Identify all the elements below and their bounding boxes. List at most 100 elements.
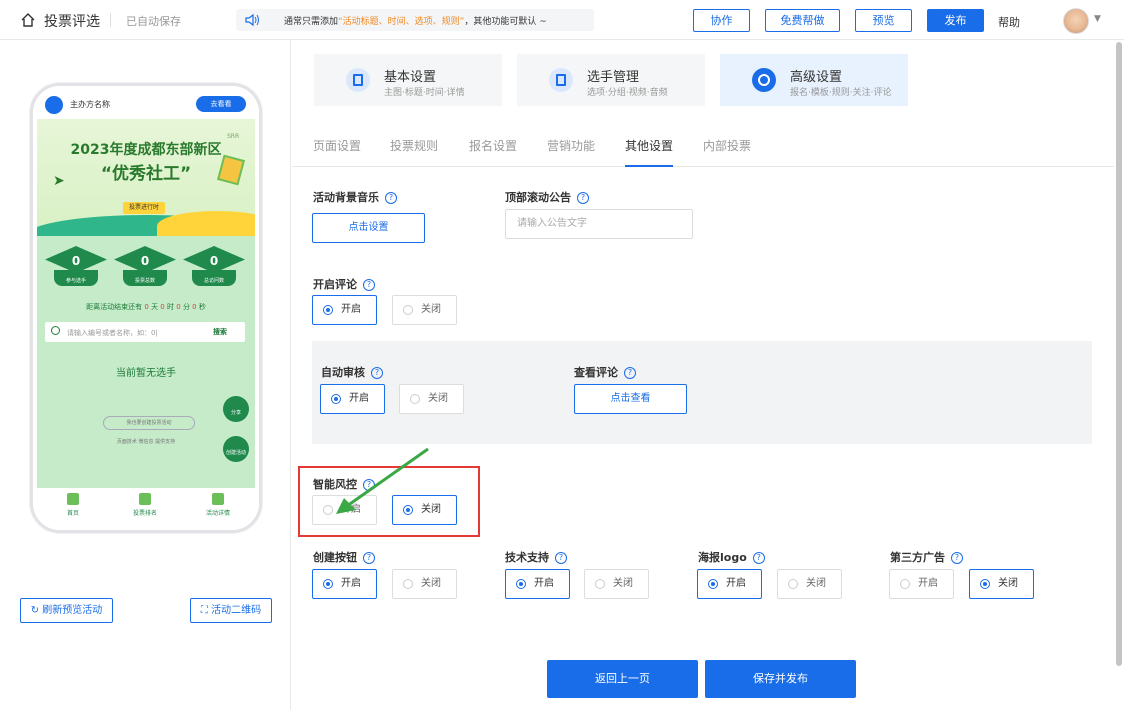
subtab-signup[interactable]: 报名设置 [469,137,517,154]
scrollbar-thumb[interactable] [1116,42,1122,666]
tech-support-label: 技术支持? [505,549,567,565]
paper-plane-icon: ➤ [53,173,65,189]
stat-players: 0 参与选手 [45,246,107,294]
help-icon[interactable]: ? [624,367,636,379]
notice-highlight: “活动标题、时间、选项、规则” [338,17,465,27]
comments-off-radio[interactable]: 关闭 [392,295,457,325]
view-comments-button[interactable]: 点击查看 [574,384,687,414]
phone-preview: 主办方名称 去看看 SRR 2023年度成都东部新区 “优秀社工” ➤ 投票进行… [30,83,262,533]
phone-topbar: 主办方名称 去看看 [33,86,259,116]
announcement-label: 顶部滚动公告? [505,189,589,205]
help-link[interactable]: 帮助 [998,14,1020,30]
help-icon[interactable]: ? [555,552,567,564]
help-icon[interactable]: ? [371,367,383,379]
speaker-icon [245,13,259,27]
document-icon [212,493,224,505]
notice-text: 通常只需添加“活动标题、时间、选项、规则”，其他功能可默认 ~ [284,17,547,27]
home-icon [67,493,79,505]
save-publish-button[interactable]: 保存并发布 [705,660,856,698]
poster-logo-off-radio[interactable]: 关闭 [777,569,842,599]
refresh-preview-button[interactable]: ↻ 刷新预览活动 [20,598,113,623]
divider [110,13,111,27]
bg-music-label: 活动背景音乐? [313,189,397,205]
notice-bar: 通常只需添加“活动标题、时间、选项、规则”，其他功能可默认 ~ [236,9,594,31]
phone-search[interactable]: 请输入编号或者名称，如：0| 搜索 [45,322,245,342]
sub-tabs: 页面设置 投票规则 报名设置 营销功能 其他设置 内部投票 [292,133,1114,167]
share-button[interactable]: 分享 [223,396,249,422]
powered-by: 页面技术 微信息 提供支持 [116,439,176,445]
edit-icon [346,68,370,92]
org-name: 主办方名称 [70,100,110,109]
subtab-rules[interactable]: 投票规则 [390,137,438,154]
third-party-ads-off-radio[interactable]: 关闭 [969,569,1034,599]
preview-panel: 主办方名称 去看看 SRR 2023年度成都东部新区 “优秀社工” ➤ 投票进行… [0,40,291,710]
tab-player-management[interactable]: 选手管理 选项·分组·视频·音频 [517,54,705,106]
scrollbar[interactable] [1114,40,1124,710]
trophy-icon [139,493,151,505]
create-vote-link[interactable]: 我也要创建投票活动 [103,416,195,430]
subtab-page[interactable]: 页面设置 [313,137,361,154]
help-icon[interactable]: ? [363,552,375,564]
banner-wave-yellow [157,211,255,237]
phone-search-input[interactable]: 请输入编号或者名称，如：0| [67,328,158,338]
stat-votes: 0 投票总数 [114,246,176,294]
subtab-other[interactable]: 其他设置 [625,137,673,154]
stats-row: 0 参与选手 0 投票总数 0 总访问数 [45,246,245,296]
poster-logo-label: 海报logo? [698,549,765,565]
active-tab-indicator [625,165,673,167]
create-button-label: 创建按钮? [313,549,375,565]
qrcode-button[interactable]: ⛶ 活动二维码 [190,598,272,623]
preview-button[interactable]: 预览 [855,9,912,32]
help-icon[interactable]: ? [363,279,375,291]
auto-review-on-radio[interactable]: 开启 [320,384,385,414]
org-logo-icon [45,96,63,114]
autosave-status: 已自动保存 [126,15,181,28]
settings-main: 基本设置 主图·标题·时间·详情 选手管理 选项·分组·视频·音频 高级设置 报… [292,40,1114,710]
phone-search-button[interactable]: 搜索 [213,327,227,337]
tab-advanced-settings[interactable]: 高级设置 报名·模板·规则·关注·评论 [720,54,908,106]
home-icon[interactable] [20,12,36,28]
app-title: 投票评选 [44,14,100,30]
auto-review-off-radio[interactable]: 关闭 [399,384,464,414]
tab-basic-settings[interactable]: 基本设置 主图·标题·时间·详情 [314,54,502,106]
help-icon[interactable]: ? [577,192,589,204]
highlight-box [298,466,480,537]
chevron-down-icon[interactable]: ▼ [1094,14,1101,24]
nav-home[interactable]: 首页 [43,493,103,517]
phone-body: 0 参与选手 0 投票总数 0 总访问数 距离活动结束还有 0 天 0 时 0 … [37,236,255,488]
back-button[interactable]: 返回上一页 [547,660,698,698]
create-activity-button[interactable]: 创建活动 [223,436,249,462]
countdown: 距离活动结束还有 0 天 0 时 0 分 0 秒 [86,303,206,311]
create-button-on-radio[interactable]: 开启 [312,569,377,599]
publish-button[interactable]: 发布 [927,9,984,32]
third-party-ads-label: 第三方广告? [890,549,963,565]
subtab-marketing[interactable]: 营销功能 [547,137,595,154]
nav-ranking[interactable]: 投票排名 [115,493,175,517]
poster-logo-on-radio[interactable]: 开启 [697,569,762,599]
go-vote-button[interactable]: 去看看 [196,96,246,112]
free-help-button[interactable]: 免费帮做 [765,9,840,32]
comments-label: 开启评论? [313,276,375,292]
avatar[interactable] [1063,8,1089,34]
subtab-internal[interactable]: 内部投票 [703,137,751,154]
top-header: 投票评选 已自动保存 通常只需添加“活动标题、时间、选项、规则”，其他功能可默认… [0,0,1124,40]
comments-on-radio[interactable]: 开启 [312,295,377,325]
nav-details[interactable]: 活动详情 [188,493,248,517]
third-party-ads-on-radio[interactable]: 开启 [889,569,954,599]
phone-banner: SRR 2023年度成都东部新区 “优秀社工” ➤ 投票进行时 [37,119,255,237]
tech-support-on-radio[interactable]: 开启 [505,569,570,599]
view-comments-label: 查看评论? [574,364,636,380]
bg-music-set-button[interactable]: 点击设置 [312,213,425,243]
list-icon [549,68,573,92]
help-icon[interactable]: ? [951,552,963,564]
auto-review-label: 自动审核? [321,364,383,380]
tech-support-off-radio[interactable]: 关闭 [584,569,649,599]
phone-bottom-nav: 首页 投票排名 活动详情 [33,488,259,530]
gear-icon [752,68,776,92]
help-icon[interactable]: ? [385,192,397,204]
help-icon[interactable]: ? [752,552,765,564]
announcement-input[interactable]: 请输入公告文字 [505,209,693,239]
collab-button[interactable]: 协作 [693,9,750,32]
banner-tag: 投票进行时 [123,202,166,214]
create-button-off-radio[interactable]: 关闭 [392,569,457,599]
